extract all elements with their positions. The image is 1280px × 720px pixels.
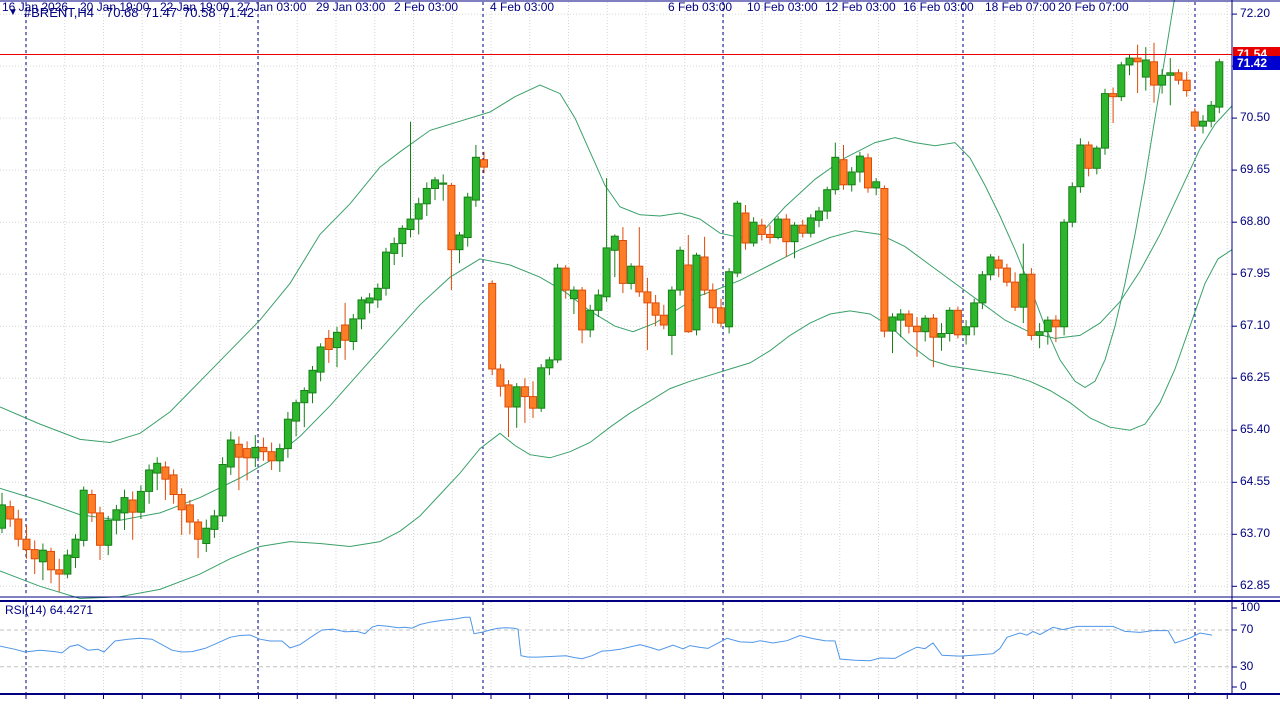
time-tick-label: 20 Feb 07:00 <box>1058 0 1129 14</box>
time-tick-label: 6 Feb 03:00 <box>668 0 732 14</box>
price-tick-label: 63.70 <box>1240 527 1270 540</box>
rsi-tick-label: 30 <box>1240 660 1253 673</box>
price-tick-label: 64.55 <box>1240 475 1270 488</box>
price-tick-label: 66.25 <box>1240 371 1270 384</box>
current-price-label: 71.42 <box>1233 56 1280 70</box>
time-tick-label: 2 Feb 03:00 <box>394 0 458 14</box>
time-tick-label: 10 Feb 03:00 <box>747 0 818 14</box>
time-tick-label: 29 Jan 03:00 <box>316 0 385 14</box>
price-tick-label: 72.20 <box>1240 7 1270 20</box>
time-tick-label: 18 Feb 07:00 <box>985 0 1056 14</box>
rsi-name: RSI(14) <box>5 603 46 617</box>
time-tick-label: 16 Jan 2026 <box>2 0 68 14</box>
rsi-tick-label: 100 <box>1240 601 1260 614</box>
price-tick-label: 67.10 <box>1240 319 1270 332</box>
rsi-value: 64.4271 <box>50 603 93 617</box>
rsi-tick-label: 70 <box>1240 623 1253 636</box>
chart-canvas[interactable] <box>0 0 1280 720</box>
time-tick-label: 22 Jan 19:00 <box>160 0 229 14</box>
chart-window: ▼ #BRENT,H4 70.68 71.47 70.58 71.42 RSI(… <box>0 0 1280 720</box>
rsi-indicator-label: RSI(14) 64.4271 <box>5 603 93 617</box>
time-tick-label: 16 Feb 03:00 <box>903 0 974 14</box>
price-tick-label: 69.65 <box>1240 163 1270 176</box>
price-tick-label: 62.85 <box>1240 579 1270 592</box>
time-tick-label: 4 Feb 03:00 <box>490 0 554 14</box>
price-tick-label: 67.95 <box>1240 267 1270 280</box>
time-tick-label: 12 Feb 03:00 <box>825 0 896 14</box>
time-tick-label: 27 Jan 03:00 <box>237 0 306 14</box>
time-tick-label: 20 Jan 19:00 <box>80 0 149 14</box>
price-tick-label: 70.50 <box>1240 111 1270 124</box>
rsi-tick-label: 0 <box>1240 680 1247 693</box>
price-tick-label: 65.40 <box>1240 423 1270 436</box>
price-tick-label: 68.80 <box>1240 215 1270 228</box>
